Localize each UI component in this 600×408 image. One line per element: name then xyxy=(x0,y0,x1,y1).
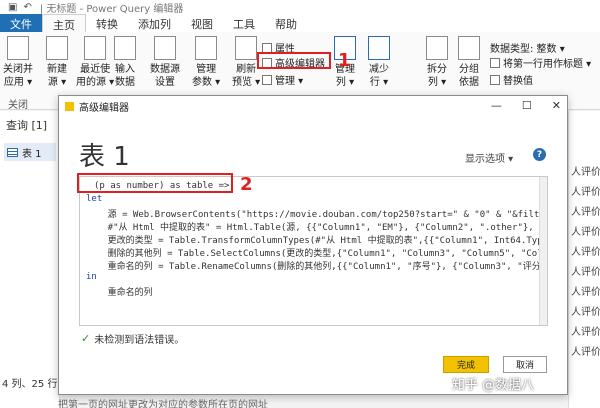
manage-params-button[interactable]: 管理 参数 ▾ xyxy=(192,36,220,89)
close-apply-button[interactable]: 关闭并 应用 ▾ xyxy=(3,36,33,89)
status-row-count: 4 列、25 行 xyxy=(2,379,58,390)
group-by-button[interactable]: 分组 依据 xyxy=(458,36,480,89)
advanced-editor-dialog: 高级编辑器 — ☐ ✕ 表 1 显示选项 ▾ ? (p as number) a… xyxy=(58,95,568,395)
show-options-dropdown[interactable]: 显示选项 ▾ xyxy=(465,150,513,165)
code-line: #"从 Html 中提取的表" = Html.Table(源, {{"Colum… xyxy=(86,223,548,233)
cell: 人评价 xyxy=(571,267,600,278)
app-icon xyxy=(65,101,74,111)
cell: 人评价 xyxy=(571,187,600,198)
help-icon[interactable]: ? xyxy=(533,148,546,161)
close-icon[interactable]: ✕ xyxy=(552,99,561,112)
annotation-number-2: 2 xyxy=(240,174,253,195)
tab-help[interactable]: 帮助 xyxy=(265,14,307,32)
recent-sources-button[interactable]: 最近使 用的源 ▾ xyxy=(76,36,114,89)
properties-icon xyxy=(262,42,272,53)
cancel-button[interactable]: 取消 xyxy=(503,356,547,373)
query-heading: 表 1 xyxy=(79,142,130,172)
quick-access-toolbar: ▣ ↶ xyxy=(8,2,32,13)
tab-transform[interactable]: 转换 xyxy=(86,14,128,32)
minimize-icon[interactable]: — xyxy=(491,99,502,112)
save-icon[interactable]: ▣ xyxy=(8,2,17,13)
check-icon: ✓ xyxy=(81,332,91,345)
group-by-icon xyxy=(458,36,480,60)
replace-values-button[interactable]: 替换值 xyxy=(490,72,533,87)
watermark: 知乎 @数据八 xyxy=(452,378,535,393)
table-icon xyxy=(114,36,136,60)
params-icon xyxy=(195,36,218,60)
done-button[interactable]: 完成 xyxy=(443,356,489,373)
caption-text: 把第一页的网址更改为对应的参数所在页的网址 xyxy=(58,400,268,408)
cell: 人评价 xyxy=(571,307,600,318)
data-type-dropdown[interactable]: 数据类型: 整数 ▾ xyxy=(490,40,565,55)
replace-icon xyxy=(490,74,500,85)
query-item[interactable]: 表 1 xyxy=(4,143,56,161)
manage-icon xyxy=(262,74,272,85)
new-source-button[interactable]: 新建 源 ▾ xyxy=(46,36,68,89)
code-line: 源 = Web.BrowserContents("https://movie.d… xyxy=(86,210,548,220)
cell: 人评价 xyxy=(571,287,600,298)
datasource-settings-button[interactable]: 数据源 设置 xyxy=(150,36,180,89)
refresh-preview-button[interactable]: 刷新 预览 ▾ xyxy=(232,36,260,89)
refresh-icon xyxy=(235,36,258,60)
cell: 人评价 xyxy=(571,247,600,258)
ribbon-tabs: 文件 主页 转换 添加列 视图 工具 帮助 xyxy=(0,14,600,32)
code-line: in xyxy=(86,272,97,282)
datasource-icon xyxy=(154,36,176,60)
syntax-status: ✓ 未检测到语法错误。 xyxy=(81,332,185,346)
tab-tools[interactable]: 工具 xyxy=(223,14,265,32)
split-column-button[interactable]: 拆分 列 ▾ xyxy=(426,36,448,89)
cell: 人评价 xyxy=(571,207,600,218)
manage-button[interactable]: 管理 ▾ xyxy=(262,72,303,87)
code-editor[interactable]: (p as number) as table => let 源 = Web.Br… xyxy=(79,176,548,326)
query-pane-header: 查询 [1] xyxy=(6,119,48,132)
first-row-header-button[interactable]: 将第一行用作标题 ▾ xyxy=(490,55,591,70)
cell: 人评价 xyxy=(571,167,600,178)
editor-scrollbar[interactable] xyxy=(539,177,547,325)
cell: 人评价 xyxy=(571,227,600,238)
rows-icon xyxy=(368,36,390,60)
reduce-rows-button[interactable]: 减少 行 ▾ xyxy=(368,36,390,89)
table-icon xyxy=(7,147,18,157)
window-controls: — ☐ ✕ xyxy=(491,99,561,112)
header-row-icon xyxy=(490,57,500,68)
query-pane: 查询 [1] 表 1 xyxy=(0,111,60,408)
enter-data-button[interactable]: 输入 数据 xyxy=(114,36,136,89)
tab-home[interactable]: 主页 xyxy=(42,14,86,32)
undo-icon[interactable]: ↶ xyxy=(23,2,31,13)
tab-add-column[interactable]: 添加列 xyxy=(128,14,181,32)
code-line: 重命名的列 = Table.RenameColumns(删除的其他列,{{"Co… xyxy=(86,262,548,272)
annotation-box-2 xyxy=(77,173,233,193)
window-title: | 无标题 - Power Query 编辑器 xyxy=(39,3,184,15)
maximize-icon[interactable]: ☐ xyxy=(522,99,532,112)
annotation-number-1: 1 xyxy=(338,50,351,71)
recent-sources-icon xyxy=(84,36,107,60)
code-line: 重命名的列 xyxy=(86,288,153,298)
annotation-box-1 xyxy=(257,52,331,69)
preview-column: 人评价 人评价 人评价 人评价 人评价 人评价 人评价 人评价 人评价 人评价 xyxy=(568,111,600,408)
code-line: let xyxy=(86,194,103,204)
close-apply-icon xyxy=(7,36,29,60)
new-source-icon xyxy=(46,36,68,60)
tab-file[interactable]: 文件 xyxy=(0,14,42,32)
cell: 人评价 xyxy=(571,327,600,338)
cell: 人评价 xyxy=(571,347,600,358)
code-line: 更改的类型 = Table.TransformColumnTypes(#"从 H… xyxy=(86,236,548,246)
code-line: 删除的其他列 = Table.SelectColumns(更改的类型,{"Col… xyxy=(86,249,548,259)
tab-view[interactable]: 视图 xyxy=(181,14,223,32)
split-icon xyxy=(426,36,448,60)
group-close-label: 关闭 xyxy=(8,100,28,111)
title-bar: ▣ ↶ | 无标题 - Power Query 编辑器 xyxy=(0,0,600,14)
